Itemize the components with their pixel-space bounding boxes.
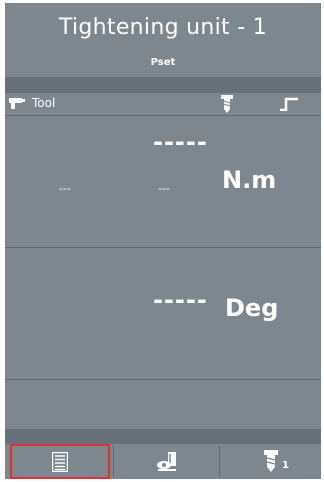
bottom-nav: 1 (5, 444, 321, 479)
header-divider (5, 77, 321, 93)
torque-value: ----- (153, 128, 208, 156)
footer-divider (5, 429, 321, 444)
tool-label: Tool (32, 96, 56, 110)
title-bar: Tightening unit - 1 Pset (5, 3, 321, 77)
tightening-unit-screen: Tightening unit - 1 Pset Tool ----- --- … (5, 3, 321, 479)
empty-panel (5, 380, 321, 429)
torque-target-value: --- (158, 182, 170, 195)
angle-panel: ----- Deg (5, 248, 321, 379)
list-icon (52, 452, 68, 472)
tool-gun-icon (9, 98, 25, 109)
inspect-button[interactable] (114, 444, 218, 479)
screw-count-button[interactable]: 1 (220, 444, 321, 479)
screw-count: 1 (282, 460, 289, 471)
tool-bar: Tool (5, 93, 321, 115)
screw-icon (221, 95, 233, 113)
torque-unit: N.m (222, 166, 277, 194)
screw-count-icon (264, 450, 278, 472)
inspect-icon (157, 452, 176, 471)
torque-panel: ----- --- --- N.m (5, 116, 321, 247)
list-view-button[interactable] (10, 444, 110, 479)
torque-min-value: --- (59, 182, 71, 195)
angle-value: ----- (153, 286, 208, 314)
step-icon (280, 97, 298, 111)
pset-label: Pset (150, 57, 176, 68)
page-title: Tightening unit - 1 (58, 15, 268, 40)
angle-unit: Deg (225, 294, 279, 322)
